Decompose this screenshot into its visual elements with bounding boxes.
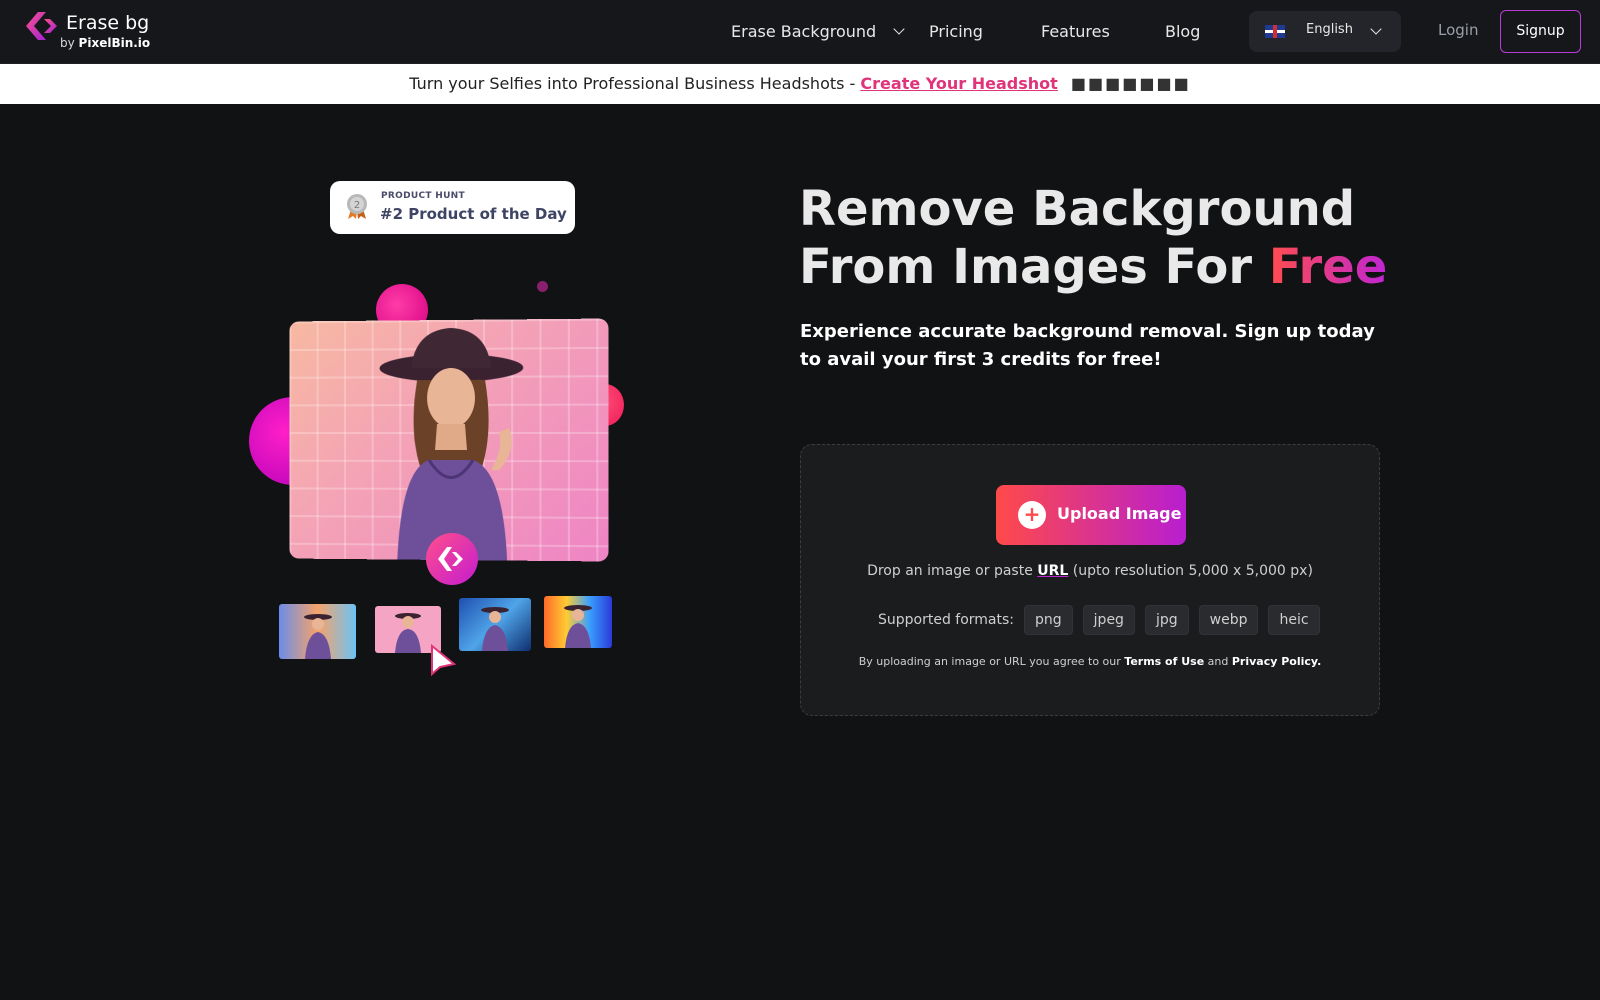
- woman-thumbnail-illustration: [564, 605, 592, 648]
- login-link[interactable]: Login: [1438, 21, 1478, 39]
- sample-photo: [289, 318, 609, 562]
- hero-title-line1: Remove Background: [799, 181, 1356, 237]
- language-selector[interactable]: English: [1249, 11, 1401, 52]
- top-navbar: Erase bg by PixelBin.io Erase Background…: [0, 0, 1600, 64]
- nav-pricing[interactable]: Pricing: [929, 20, 983, 44]
- medal-icon: 2: [347, 194, 367, 219]
- nav-erase-background-label: Erase Background: [731, 22, 877, 41]
- upload-image-label: Upload Image: [1057, 504, 1182, 523]
- promo-emoji-glyphs: ■■■■■■■: [1070, 74, 1191, 93]
- uk-flag-icon: [1265, 25, 1285, 38]
- product-hunt-award: #2 Product of the Day: [380, 205, 567, 223]
- terms-of-use-link[interactable]: Terms of Use: [1124, 655, 1204, 668]
- decor-dot: [537, 281, 548, 292]
- hero-title-free: Free: [1268, 239, 1388, 295]
- drop-hint: Drop an image or paste URL (upto resolut…: [867, 563, 1313, 579]
- nav-erase-background[interactable]: Erase Background: [731, 20, 905, 44]
- hero-subtitle: Experience accurate background removal. …: [800, 321, 1375, 370]
- format-chip: jpeg: [1082, 605, 1135, 635]
- nav-features[interactable]: Features: [1041, 20, 1110, 44]
- formats-label: Supported formats:: [878, 612, 1015, 628]
- hero-title: Remove Background From Images For Free: [799, 180, 1387, 296]
- format-chip: png: [1024, 605, 1073, 635]
- format-chip: heic: [1268, 605, 1320, 635]
- thumbnail-colorful-bg: [544, 596, 612, 648]
- thumbnail-blue-bg: [459, 598, 531, 651]
- svg-text:2: 2: [354, 200, 360, 211]
- upload-dropzone[interactable]: + Upload Image Drop an image or paste UR…: [800, 444, 1380, 716]
- nav-blog[interactable]: Blog: [1165, 20, 1200, 44]
- product-hunt-label: PRODUCT HUNT: [381, 191, 465, 201]
- woman-thumbnail-illustration: [304, 614, 332, 659]
- erase-bg-logo-icon: [26, 12, 57, 40]
- product-hunt-badge[interactable]: 2 PRODUCT HUNT #2 Product of the Day: [330, 181, 575, 234]
- format-chip: webp: [1198, 605, 1259, 635]
- promo-text: Turn your Selfies into Professional Busi…: [409, 74, 856, 93]
- thumbnail-gradient-bg: [279, 604, 356, 659]
- logo-subtitle: by PixelBin.io: [60, 36, 151, 50]
- privacy-policy-link[interactable]: Privacy Policy.: [1232, 655, 1321, 668]
- cursor-pointer-icon: [431, 644, 457, 677]
- woman-thumbnail-illustration: [481, 607, 509, 651]
- upload-image-button[interactable]: + Upload Image: [996, 485, 1186, 545]
- chevron-down-icon: [1370, 23, 1382, 35]
- language-label: English: [1306, 22, 1353, 37]
- signup-button[interactable]: Signup: [1500, 10, 1581, 53]
- plus-icon: +: [1018, 501, 1046, 529]
- woman-portrait-illustration: [379, 327, 524, 561]
- logo-title: Erase bg: [66, 12, 150, 34]
- upload-terms: By uploading an image or URL you agree t…: [858, 655, 1322, 668]
- logo[interactable]: Erase bg by PixelBin.io: [24, 10, 164, 54]
- woman-thumbnail-illustration: [395, 613, 421, 653]
- chevron-down-icon: [893, 23, 905, 35]
- create-headshot-link[interactable]: Create Your Headshot: [860, 74, 1057, 93]
- promo-banner: Turn your Selfies into Professional Busi…: [0, 64, 1600, 104]
- format-chip: jpg: [1144, 605, 1189, 635]
- hero-title-line2: From Images For Free: [799, 239, 1388, 295]
- erase-bg-badge-icon: [426, 533, 478, 585]
- supported-formats: Supported formats: png jpeg jpg webp hei…: [878, 605, 1330, 635]
- paste-url-link[interactable]: URL: [1037, 563, 1068, 579]
